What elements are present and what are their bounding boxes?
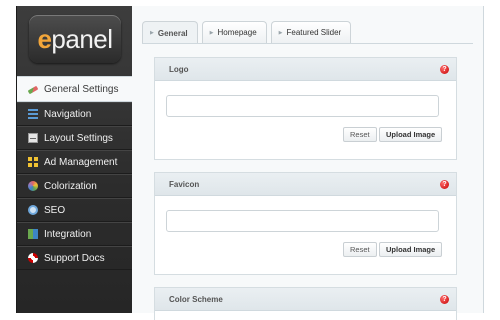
support-docs-icon [28,253,38,263]
section-title: Logo [169,64,189,74]
ad-management-icon [28,157,38,167]
tab-featured-slider[interactable]: ▶ Featured Slider [270,21,352,43]
settings-panel: ▶ General ▶ Homepage ▶ Featured Slider L… [132,6,484,320]
sidebar: e panel General Settings Navigation Layou… [16,6,135,313]
sidebar-item-label: Ad Management [44,156,118,168]
tab-arrow-icon: ▶ [278,29,283,36]
sidebar-item-integration[interactable]: Integration [17,222,133,246]
sidebar-item-label: Layout Settings [44,132,113,144]
sidebar-item-label: Support Docs [44,252,105,264]
general-settings-icon [27,85,39,95]
logo-accent-letter: e [37,23,52,54]
sidebar-item-label: Integration [44,228,92,240]
sidebar-item-support-docs[interactable]: Support Docs [17,246,133,270]
section-title: Color Scheme [169,294,223,304]
section-header: Logo ? [155,58,456,81]
sidebar-item-layout-settings[interactable]: Layout Settings [17,126,133,150]
section-body: Reset Upload Image [155,81,456,159]
sidebar-item-ad-management[interactable]: Ad Management [17,150,133,174]
color-scheme-section: Color Scheme ? [154,287,457,320]
tab-divider [142,43,473,44]
sidebar-item-navigation[interactable]: Navigation [17,102,133,126]
favicon-reset-button[interactable]: Reset [343,242,377,257]
section-header: Color Scheme ? [155,288,456,311]
tab-arrow-icon: ▶ [209,29,214,36]
sidebar-item-label: Colorization [44,180,97,192]
colorization-icon [28,181,38,191]
favicon-upload-button[interactable]: Upload Image [379,242,443,257]
tab-label: General [157,28,188,38]
tab-arrow-icon: ▶ [150,30,154,36]
sidebar-nav: General Settings Navigation Layout Setti… [17,76,135,270]
help-icon[interactable]: ? [440,294,449,304]
sidebar-item-seo[interactable]: SEO [17,198,133,222]
layout-settings-icon [28,133,38,143]
sidebar-item-label: SEO [44,204,66,216]
logo-upload-button[interactable]: Upload Image [379,127,443,142]
logo-section: Logo ? Reset Upload Image [154,57,457,160]
sidebar-item-colorization[interactable]: Colorization [17,174,133,198]
favicon-section: Favicon ? Reset Upload Image [154,172,457,275]
tab-homepage[interactable]: ▶ Homepage [201,21,267,43]
help-icon[interactable]: ? [440,179,449,189]
section-title: Favicon [169,179,200,189]
tab-label: Homepage [217,28,257,37]
integration-icon [28,229,38,239]
section-header: Favicon ? [155,173,456,196]
logo-text: panel [51,23,113,54]
tab-bar: ▶ General ▶ Homepage ▶ Featured Slider [142,21,352,44]
section-body: Reset Upload Image [155,196,456,274]
navigation-icon [28,109,38,119]
logo-url-input[interactable] [166,95,439,117]
sidebar-item-label: Navigation [44,108,92,120]
sidebar-item-general-settings[interactable]: General Settings [17,76,135,102]
sidebar-item-label: General Settings [44,83,119,95]
tab-label: Featured Slider [286,28,342,37]
help-icon[interactable]: ? [440,64,449,74]
favicon-url-input[interactable] [166,210,439,232]
tab-general[interactable]: ▶ General [142,21,198,44]
seo-icon [28,205,38,215]
epanel-logo: e panel [29,15,121,63]
logo-reset-button[interactable]: Reset [343,127,377,142]
